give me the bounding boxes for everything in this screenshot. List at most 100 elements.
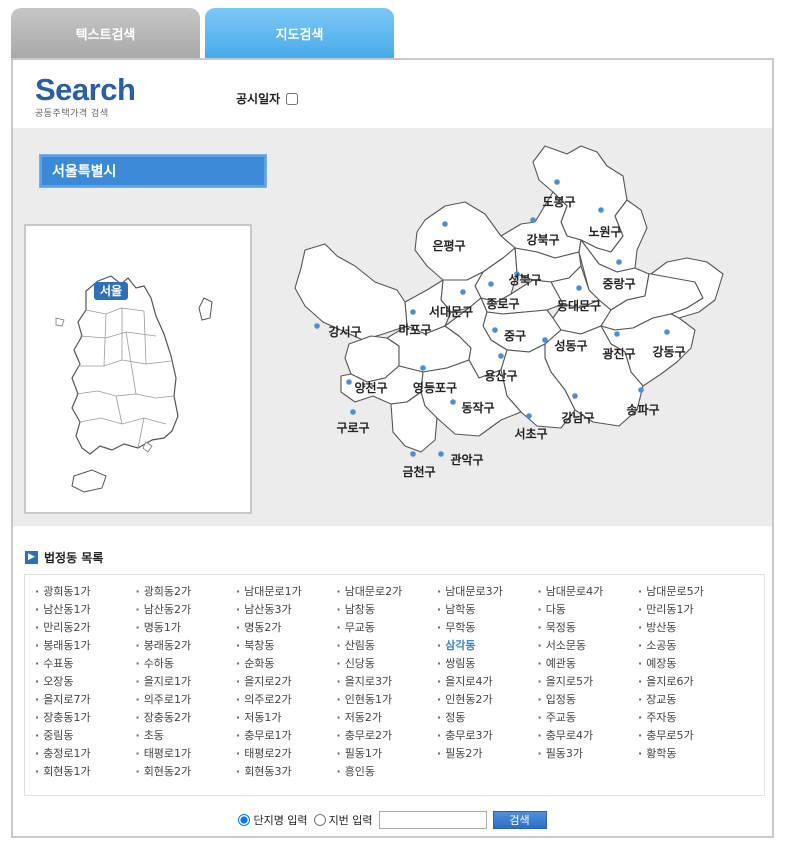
dong-item[interactable]: 남대문로5가: [638, 583, 739, 601]
dong-item[interactable]: 을지로3가: [337, 673, 438, 691]
district-seodaemun[interactable]: 서대문구: [429, 304, 473, 319]
district-yeongdeungpo[interactable]: 영등포구: [413, 380, 457, 395]
dong-item[interactable]: 저동2가: [337, 709, 438, 727]
dong-item[interactable]: 수하동: [136, 655, 237, 673]
dong-item[interactable]: 인현동1가: [337, 691, 438, 709]
district-gwangjin[interactable]: 광진구: [602, 346, 635, 361]
dong-item[interactable]: 수표동: [35, 655, 136, 673]
dong-item[interactable]: 남대문로2가: [337, 583, 438, 601]
dong-item[interactable]: 흥인동: [337, 763, 438, 781]
dong-item[interactable]: 저동1가: [236, 709, 337, 727]
dong-item[interactable]: 삼각동: [437, 637, 538, 655]
tab-text-search[interactable]: 텍스트검색: [11, 8, 200, 58]
dong-item[interactable]: 입정동: [538, 691, 639, 709]
tab-map-search[interactable]: 지도검색: [205, 8, 394, 58]
dong-item[interactable]: 장충동2가: [136, 709, 237, 727]
district-yongsan[interactable]: 용산구: [484, 368, 517, 383]
district-eunpyeong[interactable]: 은평구: [432, 239, 465, 253]
dong-item[interactable]: 을지로5가: [538, 673, 639, 691]
dong-item[interactable]: 남학동: [437, 601, 538, 619]
dong-item[interactable]: 을지로7가: [35, 691, 136, 709]
dong-item[interactable]: 중림동: [35, 727, 136, 745]
district-gangnam[interactable]: 강남구: [561, 410, 594, 425]
dong-item[interactable]: 방산동: [638, 619, 739, 637]
dong-item[interactable]: 쌍림동: [437, 655, 538, 673]
dong-item[interactable]: 묵정동: [538, 619, 639, 637]
dong-item[interactable]: 신당동: [337, 655, 438, 673]
dong-item[interactable]: 태평로1가: [136, 745, 237, 763]
district-jongno[interactable]: 종로구: [486, 297, 519, 311]
district-mapo[interactable]: 마포구: [398, 322, 431, 337]
district-dongjak[interactable]: 동작구: [461, 400, 494, 415]
dong-item[interactable]: 봉래동2가: [136, 637, 237, 655]
dong-item[interactable]: 의주로1가: [136, 691, 237, 709]
dong-item[interactable]: 서소문동: [538, 637, 639, 655]
dong-item[interactable]: 충무로2가: [337, 727, 438, 745]
district-dongdaemun[interactable]: 동대문구: [557, 299, 601, 313]
district-jung[interactable]: 중구: [504, 329, 526, 343]
dong-item[interactable]: 봉래동1가: [35, 637, 136, 655]
dong-item[interactable]: 태평로2가: [236, 745, 337, 763]
radio-lot[interactable]: [313, 814, 326, 826]
dong-item[interactable]: 인현동2가: [437, 691, 538, 709]
dong-item[interactable]: 회현동1가: [35, 763, 136, 781]
search-input[interactable]: [378, 811, 487, 829]
district-nowon[interactable]: 노원구: [588, 225, 621, 239]
dong-item[interactable]: 충무로5가: [638, 727, 739, 745]
dong-item[interactable]: 산림동: [337, 637, 438, 655]
dong-item[interactable]: 의주로2가: [236, 691, 337, 709]
dong-item[interactable]: 순화동: [236, 655, 337, 673]
dong-item[interactable]: 남산동1가: [35, 601, 136, 619]
dong-item[interactable]: 을지로1가: [136, 673, 237, 691]
district-dobong[interactable]: 도봉구: [542, 195, 575, 209]
dong-item[interactable]: 장충동1가: [35, 709, 136, 727]
search-button[interactable]: 검색: [492, 811, 547, 829]
dong-item[interactable]: 황학동: [638, 745, 739, 763]
option-complex[interactable]: 단지명 입력: [238, 812, 308, 828]
district-seongdong[interactable]: 성동구: [554, 339, 587, 353]
dong-item[interactable]: 을지로4가: [437, 673, 538, 691]
dong-item[interactable]: 북창동: [236, 637, 337, 655]
dong-item[interactable]: 남산동2가: [136, 601, 237, 619]
district-seongbuk[interactable]: 성북구: [508, 273, 541, 287]
dong-item[interactable]: 광희동2가: [136, 583, 237, 601]
dong-item[interactable]: 오장동: [35, 673, 136, 691]
dong-item[interactable]: 명동2가: [236, 619, 337, 637]
dong-item[interactable]: 남산동3가: [236, 601, 337, 619]
district-jungnang[interactable]: 중랑구: [602, 277, 635, 291]
dong-item[interactable]: 주자동: [638, 709, 739, 727]
dong-item[interactable]: 주교동: [538, 709, 639, 727]
pubdate-checkbox[interactable]: [286, 92, 299, 105]
dong-item[interactable]: 정동: [437, 709, 538, 727]
dong-item[interactable]: 만리동2가: [35, 619, 136, 637]
district-yangcheon[interactable]: 양천구: [354, 380, 387, 395]
dong-item[interactable]: 무학동: [437, 619, 538, 637]
district-gangdong[interactable]: 강동구: [652, 345, 685, 359]
radio-complex[interactable]: [238, 814, 251, 826]
dong-item[interactable]: 소공동: [638, 637, 739, 655]
dong-item[interactable]: 만리동1가: [638, 601, 739, 619]
district-geumcheon[interactable]: 금천구: [402, 464, 435, 479]
dong-item[interactable]: 을지로6가: [638, 673, 739, 691]
dong-item[interactable]: 명동1가: [136, 619, 237, 637]
dong-item[interactable]: 충정로1가: [35, 745, 136, 763]
dong-item[interactable]: 남대문로4가: [538, 583, 639, 601]
dong-item[interactable]: 예장동: [638, 655, 739, 673]
dong-item[interactable]: 을지로2가: [236, 673, 337, 691]
dong-item[interactable]: 회현동3가: [236, 763, 337, 781]
dong-item[interactable]: 광희동1가: [35, 583, 136, 601]
dong-item[interactable]: 필동2가: [437, 745, 538, 763]
district-guro[interactable]: 구로구: [336, 421, 369, 435]
dong-item[interactable]: 남대문로3가: [437, 583, 538, 601]
dong-item[interactable]: 다동: [538, 601, 639, 619]
option-lot[interactable]: 지번 입력: [313, 812, 373, 828]
dong-item[interactable]: 예관동: [538, 655, 639, 673]
dong-item[interactable]: 충무로4가: [538, 727, 639, 745]
dong-item[interactable]: 초동: [136, 727, 237, 745]
dong-item[interactable]: 필동3가: [538, 745, 639, 763]
district-songpa[interactable]: 송파구: [626, 402, 659, 417]
dong-item[interactable]: 무교동: [337, 619, 438, 637]
district-gangseo[interactable]: 강서구: [328, 324, 361, 339]
district-gangbuk[interactable]: 강북구: [526, 233, 559, 247]
district-gwanak[interactable]: 관악구: [450, 452, 483, 467]
